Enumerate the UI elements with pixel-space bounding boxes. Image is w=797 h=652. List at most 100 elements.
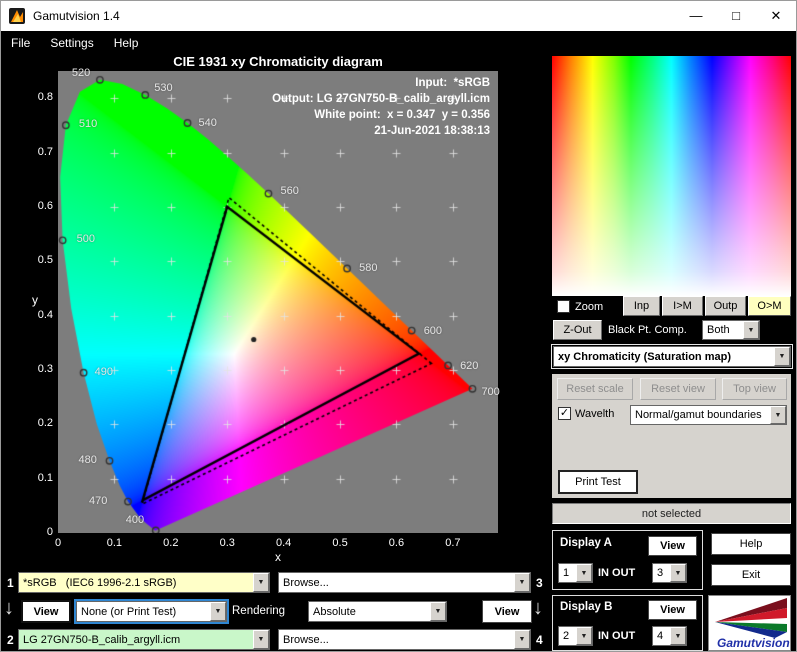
y-tick-label: 0.2	[37, 417, 53, 430]
app-icon[interactable]	[9, 8, 25, 24]
annotation-timestamp: 21-Jun-2021 18:38:13	[374, 125, 490, 137]
menu-help[interactable]: Help	[104, 36, 149, 50]
y-tick-label: 0.4	[37, 308, 53, 321]
zoom-checkbox[interactable]	[557, 300, 570, 313]
x-tick-label: 0.1	[106, 537, 123, 549]
view-right-button[interactable]: View	[482, 600, 532, 623]
menu-file[interactable]: File	[1, 36, 40, 50]
chart-title: CIE 1931 xy Chromaticity diagram	[173, 54, 383, 69]
y-tick-label: 0	[46, 526, 53, 538]
menu-bar: File Settings Help	[1, 31, 796, 54]
wavelength-label: 400	[125, 514, 145, 527]
maximize-button[interactable]: □	[716, 1, 756, 30]
display-b-view-button[interactable]: View	[648, 600, 697, 620]
zoom-out-button[interactable]: Z-Out	[553, 320, 602, 340]
x-tick-label: 0.3	[219, 537, 235, 549]
dropdown-arrow-icon[interactable]: ▼	[774, 347, 790, 366]
dropdown-arrow-icon[interactable]: ▼	[253, 630, 269, 649]
exit-button[interactable]: Exit	[711, 564, 791, 586]
view-mode-value: xy Chromaticity (Saturation map)	[558, 350, 731, 363]
browse-input-value: Browse...	[283, 576, 329, 589]
outp-button[interactable]: Outp	[705, 296, 746, 316]
display-a-in-value: 1	[563, 567, 570, 579]
wavelength-label: 600	[423, 324, 443, 337]
display-b-out-value: 4	[657, 630, 664, 642]
dropdown-arrow-icon[interactable]: ▼	[514, 573, 530, 592]
black-point-comp-select[interactable]: Both ▼	[702, 320, 760, 340]
view-left-button[interactable]: View	[21, 600, 71, 623]
reset-scale-button[interactable]: Reset scale	[557, 378, 633, 400]
dropdown-arrow-icon[interactable]: ▼	[770, 406, 786, 424]
annotation-input: Input: *sRGB	[415, 77, 490, 89]
black-point-comp-label: Black Pt. Comp.	[608, 324, 687, 336]
x-tick-label: 0.5	[332, 537, 348, 549]
help-button[interactable]: Help	[711, 533, 791, 555]
dropdown-arrow-icon[interactable]: ▼	[670, 627, 686, 645]
wavelength-label: 540	[198, 117, 217, 130]
display-a-in-select[interactable]: 1 ▼	[558, 563, 593, 583]
wavelength-label: 490	[94, 365, 113, 378]
input-to-monitor-button[interactable]: I>M	[662, 296, 703, 316]
display-b-in-value: 2	[563, 630, 570, 642]
output-profile-select[interactable]: LG 27GN750-B_calib_argyll.icm ▼	[18, 629, 270, 650]
x-axis-label: x	[275, 550, 281, 564]
close-button[interactable]: ✕	[756, 1, 796, 30]
flow-arrow-left-icon: ↓	[4, 597, 14, 619]
display-b-out-select[interactable]: 4 ▼	[652, 626, 687, 646]
menu-settings[interactable]: Settings	[40, 36, 103, 50]
test-pattern-value: None (or Print Test)	[81, 605, 177, 618]
view-options-panel: Reset scale Reset view Top view ✓ Wavelt…	[552, 374, 791, 498]
reset-view-button[interactable]: Reset view	[640, 378, 716, 400]
print-test-button[interactable]: Print Test	[558, 470, 638, 494]
annotation-white-point: White point: x = 0.347 y = 0.356	[314, 109, 490, 121]
rendering-intent-value: Absolute	[313, 605, 356, 618]
display-b-in-select[interactable]: 2 ▼	[558, 626, 593, 646]
minimize-button[interactable]: —	[676, 1, 716, 30]
wavelength-label: 620	[460, 360, 479, 373]
test-pattern-select[interactable]: None (or Print Test) ▼	[76, 601, 227, 622]
dropdown-arrow-icon[interactable]: ▼	[670, 564, 686, 582]
input-profile-select[interactable]: *sRGB (IEC6 1996-2.1 sRGB) ▼	[18, 572, 270, 593]
display-a-view-button[interactable]: View	[648, 536, 697, 556]
view-mode-select[interactable]: xy Chromaticity (Saturation map) ▼	[551, 344, 793, 369]
chromaticity-canvas[interactable]	[58, 71, 498, 533]
dropdown-arrow-icon[interactable]: ▼	[514, 630, 530, 649]
dropdown-arrow-icon[interactable]: ▼	[210, 602, 226, 621]
top-view-button[interactable]: Top view	[722, 378, 787, 400]
black-point-comp-value: Both	[707, 324, 730, 336]
browse-input-select[interactable]: Browse... ▼	[278, 572, 531, 593]
display-a-out-value: 3	[657, 567, 664, 579]
logo-text: Gamutvision	[717, 636, 790, 650]
wavelength-label: 530	[154, 81, 173, 94]
y-tick-label: 0.7	[37, 145, 53, 158]
display-a-out-select[interactable]: 3 ▼	[652, 563, 687, 583]
y-axis-label: y	[32, 293, 38, 307]
x-tick-label: 0.6	[388, 537, 405, 549]
y-tick-label: 0.5	[37, 254, 53, 267]
title-bar: Gamutvision 1.4 — □ ✕	[1, 1, 796, 31]
dropdown-arrow-icon[interactable]: ▼	[576, 627, 592, 645]
browse-output-value: Browse...	[283, 633, 329, 646]
wavelength-checkbox-label: Wavelth	[575, 408, 615, 420]
flow-arrow-right-icon: ↓	[533, 597, 543, 619]
display-a-inout-label: IN OUT	[598, 567, 636, 579]
app-window: Gamutvision 1.4 — □ ✕ File Settings Help…	[0, 0, 797, 652]
plot-area[interactable]: Input: *sRGB Output: LG 27GN750-B_calib_…	[58, 67, 500, 533]
dropdown-arrow-icon[interactable]: ▼	[743, 321, 759, 339]
x-tick-label: 0.2	[163, 537, 179, 549]
rendering-label: Rendering	[232, 605, 286, 617]
slot4-number: 4	[536, 633, 543, 647]
slot3-number: 3	[536, 576, 543, 590]
display-a-group: Display A View 1 ▼ IN OUT 3 ▼	[552, 530, 703, 590]
dropdown-arrow-icon[interactable]: ▼	[253, 573, 269, 592]
annotation-output: Output: LG 27GN750-B_calib_argyll.icm	[272, 93, 490, 105]
wavelength-label: 560	[280, 184, 299, 197]
output-to-monitor-button[interactable]: O>M	[748, 296, 791, 316]
dropdown-arrow-icon[interactable]: ▼	[430, 602, 446, 621]
rendering-intent-select[interactable]: Absolute ▼	[308, 601, 447, 622]
inp-button[interactable]: Inp	[623, 296, 660, 316]
browse-output-select[interactable]: Browse... ▼	[278, 629, 531, 650]
dropdown-arrow-icon[interactable]: ▼	[576, 564, 592, 582]
wavelength-checkbox[interactable]: ✓	[558, 407, 571, 420]
boundaries-select[interactable]: Normal/gamut boundaries ▼	[630, 405, 787, 425]
